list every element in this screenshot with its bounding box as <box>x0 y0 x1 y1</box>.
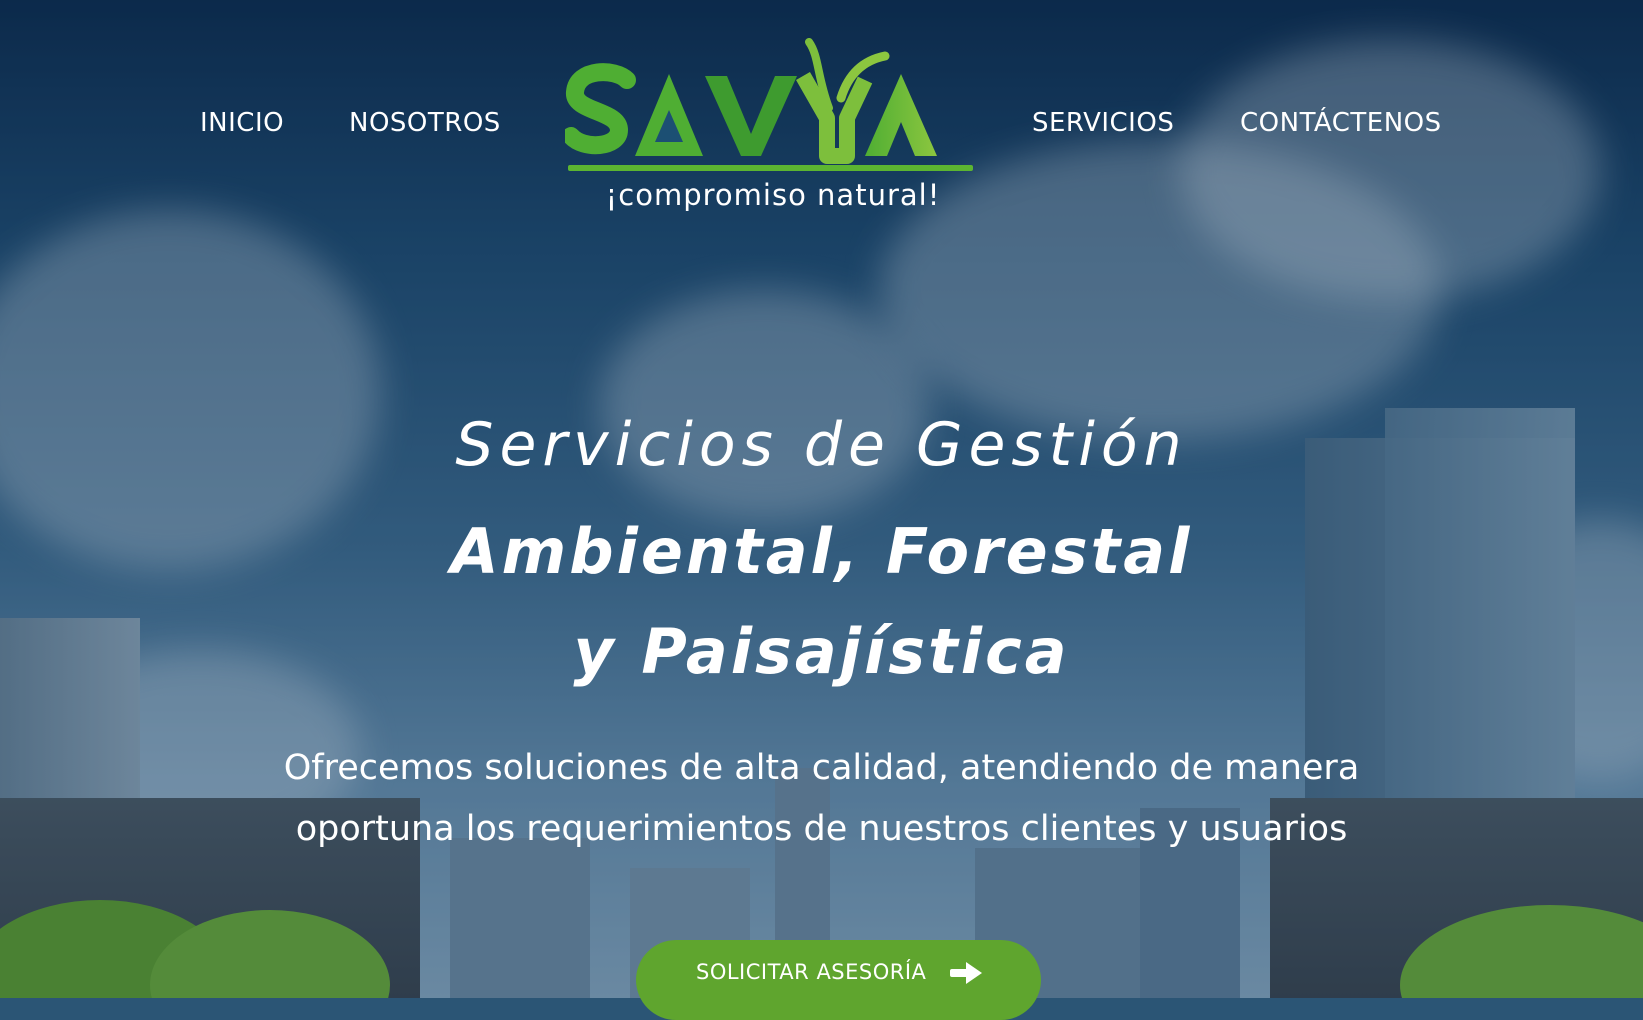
hero-subtitle-line1: Ofrecemos soluciones de alta calidad, at… <box>283 748 1360 788</box>
nav-nosotros[interactable]: NOSOTROS <box>349 108 501 138</box>
cta-label: SOLICITAR ASESORÍA <box>696 960 927 984</box>
nav-inicio[interactable]: INICIO <box>200 108 284 138</box>
hero-heading-line3: y Paisajística <box>573 615 1070 688</box>
logo-tagline: ¡compromiso natural! <box>605 178 941 212</box>
solicitar-asesoria-button[interactable]: SOLICITAR ASESORÍA <box>636 940 1041 1020</box>
savya-wordmark-logo <box>565 38 937 164</box>
nav-servicios[interactable]: SERVICIOS <box>1032 108 1174 138</box>
hero-subtitle-line2: oportuna los requerimientos de nuestros … <box>295 809 1348 849</box>
arrow-right-icon <box>950 962 982 984</box>
nav-contactenos[interactable]: CONTÁCTENOS <box>1240 108 1442 138</box>
hero-heading-line2: Ambiental, Forestal <box>450 515 1193 588</box>
logo-underline <box>568 165 973 171</box>
savya-logo[interactable]: ¡compromiso natural! <box>565 38 975 218</box>
hero-heading-line1: Servicios de Gestión <box>455 410 1188 480</box>
